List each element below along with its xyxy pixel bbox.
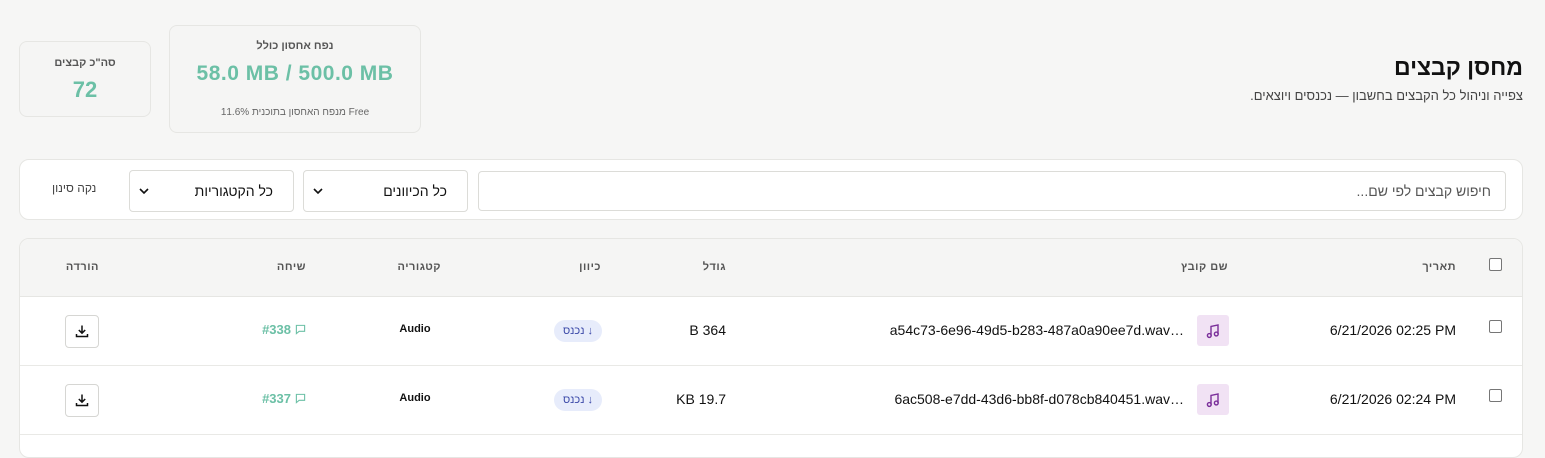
filter-bar: כל הכיוונים כל הקטגוריות נקה סינון (19, 159, 1523, 220)
chat-bubble-icon (295, 324, 306, 335)
column-header-direction[interactable]: כיוון (579, 261, 601, 273)
chevron-down-icon (313, 188, 323, 195)
row-filename[interactable]: a54c73-6e96-49d5-b283-487a0a90ee7d.wav… (890, 322, 1184, 338)
direction-badge: ↓ נכנס (554, 320, 602, 342)
row-date: 6/21/2026 02:25 PM (1329, 322, 1456, 338)
music-note-icon (1206, 324, 1219, 339)
file-type-icon (1197, 384, 1229, 415)
file-type-icon (1197, 315, 1229, 346)
storage-note: 11.6% מנפח האחסון בתוכנית Free (220, 107, 370, 118)
category-select-value: כל הקטגוריות (194, 183, 273, 199)
direction-select-value: כל הכיוונים (383, 183, 447, 199)
column-header-date[interactable]: תאריך (1422, 261, 1456, 273)
total-files-card: סה"כ קבצים 72 (19, 41, 151, 117)
storage-value: 58.0 MB / 500.0 MB (196, 62, 394, 85)
conversation-link[interactable]: #338 (262, 322, 306, 337)
column-header-conversation[interactable]: שיחה (277, 261, 306, 273)
download-button[interactable] (65, 384, 99, 417)
row-category: Audio (399, 392, 431, 404)
row-filename[interactable]: 6ac508-e7dd-43d6-bb8f-d078cb840451.wav… (894, 391, 1184, 407)
chat-bubble-icon (295, 393, 306, 404)
files-table: תאריך שם קובץ גודל כיוון קטגוריה שיחה הו… (19, 238, 1523, 458)
select-all-checkbox[interactable] (1489, 258, 1502, 271)
row-size: 364 B (689, 322, 726, 338)
storage-card: נפח אחסון כולל 58.0 MB / 500.0 MB 11.6% … (169, 25, 421, 133)
table-header: תאריך שם קובץ גודל כיוון קטגוריה שיחה הו… (20, 239, 1522, 297)
download-button[interactable] (65, 315, 99, 348)
row-checkbox[interactable] (1489, 320, 1502, 333)
table-row[interactable]: 6/21/2026 02:25 PM a54c73-6e96-49d5-b283… (20, 296, 1522, 366)
storage-label: נפח אחסון כולל (256, 40, 334, 52)
chevron-down-icon (139, 188, 149, 195)
table-row[interactable]: 6/21/2026 02:24 PM 6ac508-e7dd-43d6-bb8f… (20, 365, 1522, 435)
direction-select[interactable]: כל הכיוונים (303, 170, 468, 212)
column-header-category[interactable]: קטגוריה (398, 261, 442, 273)
page-subtitle: צפייה וניהול כל הקבצים בחשבון — נכנסים ו… (1250, 88, 1523, 103)
search-input[interactable] (478, 171, 1506, 211)
row-date: 6/21/2026 02:24 PM (1329, 391, 1456, 407)
clear-filter-button[interactable]: נקה סינון (52, 181, 96, 195)
column-header-filename[interactable]: שם קובץ (1181, 261, 1228, 273)
download-icon (75, 325, 89, 338)
total-files-value: 72 (72, 77, 98, 102)
conversation-link[interactable]: #337 (262, 391, 306, 406)
conversation-link-label: #338 (262, 322, 291, 337)
direction-badge: ↓ נכנס (554, 389, 602, 411)
music-note-icon (1206, 393, 1219, 408)
row-checkbox[interactable] (1489, 389, 1502, 402)
row-size: 19.7 KB (676, 391, 726, 407)
column-header-size[interactable]: גודל (703, 261, 726, 273)
row-category: Audio (399, 323, 431, 335)
category-select[interactable]: כל הקטגוריות (129, 170, 294, 212)
page-title: מחסן קבצים (1393, 54, 1523, 80)
total-files-label: סה"כ קבצים (54, 57, 116, 69)
conversation-link-label: #337 (262, 391, 291, 406)
column-header-download: הורדה (65, 261, 99, 273)
download-icon (75, 394, 89, 407)
